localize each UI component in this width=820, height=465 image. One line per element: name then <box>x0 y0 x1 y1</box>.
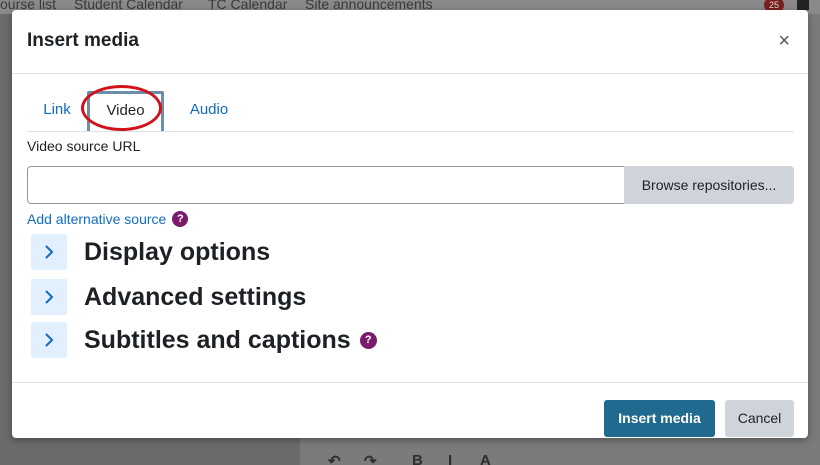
chevron-right-icon[interactable] <box>31 234 67 270</box>
section-subtitles-captions: Subtitles and captions ? <box>31 322 377 358</box>
section-title[interactable]: Subtitles and captions <box>84 326 351 355</box>
add-alternative-source-link[interactable]: Add alternative source ? <box>27 211 189 227</box>
chevron-right-icon[interactable] <box>31 322 67 358</box>
help-icon[interactable]: ? <box>359 331 377 349</box>
cancel-button[interactable]: Cancel <box>725 400 794 437</box>
message-icon <box>797 0 809 10</box>
background-page <box>808 14 820 465</box>
video-source-url-input[interactable] <box>27 166 624 204</box>
modal-header: Insert media × <box>12 10 808 74</box>
tab-audio[interactable]: Audio <box>177 91 241 130</box>
section-advanced-settings: Advanced settings <box>31 279 306 315</box>
tab-link[interactable]: Link <box>27 91 87 130</box>
add-alternative-source-label: Add alternative source <box>27 211 167 227</box>
font-color-icon: A <box>480 452 491 465</box>
video-source-label: Video source URL <box>27 138 141 154</box>
section-title[interactable]: Display options <box>84 238 270 267</box>
undo-icon: ↶ <box>328 453 341 465</box>
background-editor-toolbar: ↶ ↷ B I A <box>300 438 820 465</box>
section-title[interactable]: Advanced settings <box>84 283 306 312</box>
insert-media-dialog: Insert media × Link Video Audio Video so… <box>12 10 808 438</box>
italic-icon: I <box>448 452 453 465</box>
media-tabs: Link Video Audio <box>27 91 794 132</box>
chevron-right-icon[interactable] <box>31 279 67 315</box>
insert-media-button[interactable]: Insert media <box>604 400 715 437</box>
modal-title: Insert media <box>27 30 139 51</box>
browse-repositories-button[interactable]: Browse repositories... <box>624 166 794 204</box>
tab-video[interactable]: Video <box>87 91 164 131</box>
bold-icon: B <box>412 452 423 465</box>
close-icon[interactable]: × <box>778 30 790 52</box>
section-display-options: Display options <box>31 234 270 270</box>
redo-icon: ↷ <box>364 453 377 465</box>
help-icon[interactable]: ? <box>172 211 189 227</box>
